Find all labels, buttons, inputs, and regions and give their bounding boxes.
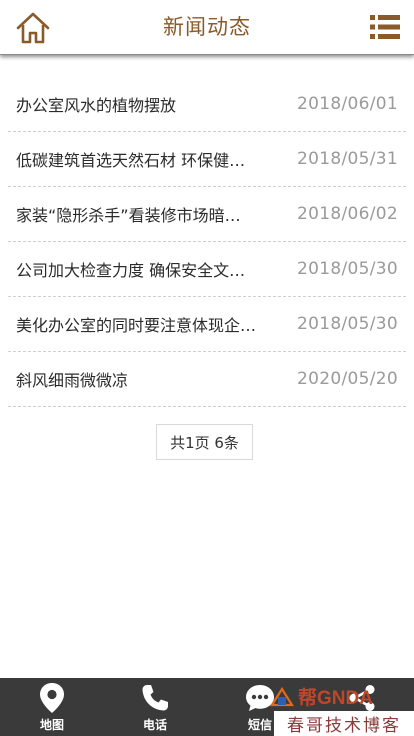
list-item[interactable]: 美化办公室的同时要注意体现企… 2018/05/30 bbox=[8, 297, 406, 352]
phone-icon bbox=[142, 685, 168, 711]
page-title: 新闻动态 bbox=[163, 15, 251, 39]
news-date: 2018/05/31 bbox=[297, 149, 398, 169]
news-date: 2018/06/01 bbox=[297, 94, 398, 114]
nav-map-button[interactable]: 地图 bbox=[12, 678, 92, 736]
list-item[interactable]: 斜风细雨微微凉 2020/05/20 bbox=[8, 352, 406, 407]
news-title[interactable]: 家装“隐形杀手”看装修市场暗… bbox=[16, 202, 288, 226]
nav-phone-label: 电话 bbox=[142, 718, 167, 732]
list-item[interactable]: 公司加大检查力度 确保安全文… 2018/05/30 bbox=[8, 242, 406, 297]
menu-icon bbox=[370, 15, 400, 39]
watermark: 帮GNDA 春哥技术博客 bbox=[268, 683, 414, 736]
news-list: 办公室风水的植物摆放 2018/06/01 低碳建筑首选天然石材 环保健… 20… bbox=[8, 77, 406, 407]
list-item[interactable]: 低碳建筑首选天然石材 环保健… 2018/05/31 bbox=[8, 132, 406, 187]
nav-phone-button[interactable]: 电话 bbox=[115, 678, 195, 736]
news-title[interactable]: 公司加大检查力度 确保安全文… bbox=[16, 257, 288, 281]
header: 新闻动态 bbox=[0, 0, 414, 55]
watermark-text: 春哥技术博客 bbox=[274, 711, 414, 736]
news-title[interactable]: 办公室风水的植物摆放 bbox=[16, 92, 288, 116]
news-title[interactable]: 低碳建筑首选天然石材 环保健… bbox=[16, 147, 288, 171]
watermark-logo: 帮GNDA bbox=[270, 686, 373, 709]
list-item[interactable]: 家装“隐形杀手”看装修市场暗… 2018/06/02 bbox=[8, 187, 406, 242]
news-title[interactable]: 斜风细雨微微凉 bbox=[16, 367, 288, 391]
news-date: 2018/05/30 bbox=[297, 259, 398, 279]
news-date: 2020/05/20 bbox=[297, 369, 398, 389]
map-pin-icon bbox=[40, 683, 64, 713]
news-title[interactable]: 美化办公室的同时要注意体现企… bbox=[16, 312, 288, 336]
list-item[interactable]: 办公室风水的植物摆放 2018/06/01 bbox=[8, 77, 406, 132]
pagination-info: 共1页 6条 bbox=[156, 424, 253, 460]
menu-button[interactable] bbox=[370, 13, 400, 41]
news-date: 2018/05/30 bbox=[297, 314, 398, 334]
page: 新闻动态 办公室风水的植物摆放 2018/06/01 低碳建筑首选天然石材 环保… bbox=[0, 0, 414, 736]
news-date: 2018/06/02 bbox=[297, 204, 398, 224]
nav-map-label: 地图 bbox=[39, 718, 64, 732]
svg-text:帮GNDA: 帮GNDA bbox=[298, 686, 373, 709]
